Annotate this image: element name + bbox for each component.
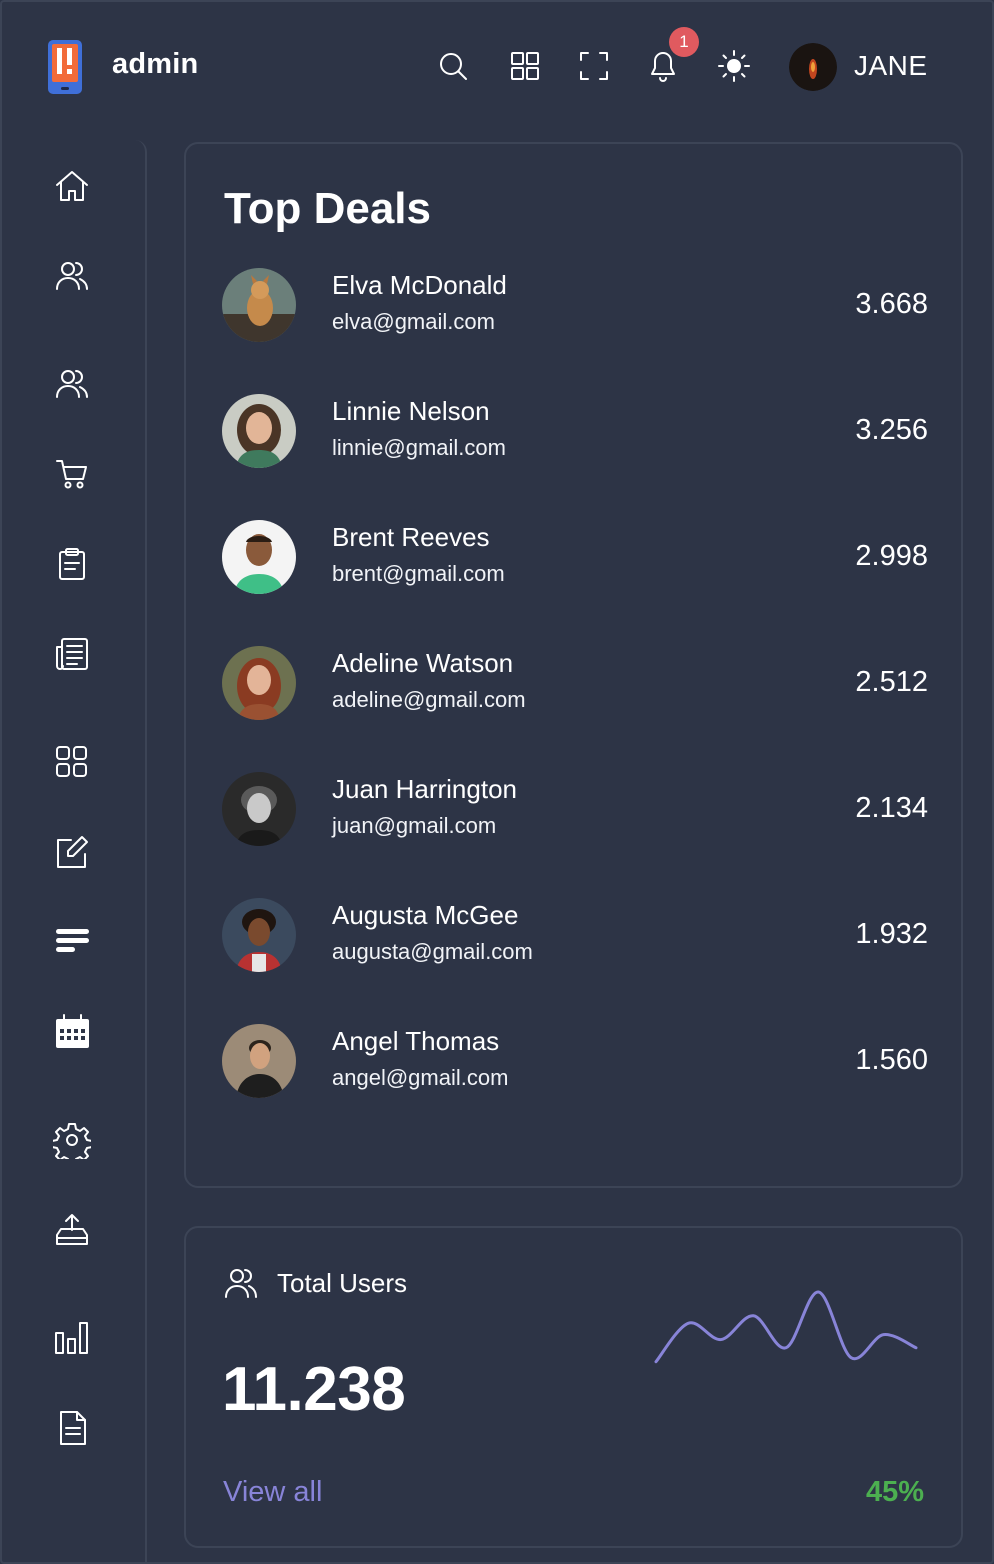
total-users-sparkline <box>654 1290 918 1364</box>
user-name[interactable]: JANE <box>854 50 928 82</box>
deal-amount: 3.256 <box>855 414 928 446</box>
sidebar-item-list[interactable] <box>50 920 94 964</box>
deal-amount: 1.932 <box>855 918 928 950</box>
sidebar-item-cart[interactable] <box>50 452 94 496</box>
deal-name: Adeline Watson <box>332 648 514 678</box>
deal-email: adeline@gmail.com <box>332 687 526 712</box>
top-deals-title: Top Deals <box>224 184 432 233</box>
deal-email: augusta@gmail.com <box>332 939 533 964</box>
deal-row[interactable]: Augusta McGee augusta@gmail.com 1.932 <box>222 898 928 978</box>
sidebar-item-users[interactable] <box>50 254 94 298</box>
sidebar-item-calendar[interactable] <box>50 1010 94 1054</box>
deal-email: juan@gmail.com <box>332 813 497 838</box>
sidebar-item-document[interactable] <box>50 1406 94 1450</box>
avatar <box>222 394 296 468</box>
avatar <box>222 1024 296 1098</box>
sidebar-item-clipboard[interactable] <box>50 542 94 586</box>
sidebar-item-home[interactable] <box>50 164 94 208</box>
deal-name: Brent Reeves <box>332 522 490 552</box>
deal-row[interactable]: Juan Harrington juan@gmail.com 2.134 <box>222 772 928 852</box>
view-all-link[interactable]: View all <box>223 1476 322 1509</box>
users-icon <box>222 1266 262 1302</box>
user-avatar[interactable] <box>789 43 837 91</box>
deal-row[interactable]: Brent Reeves brent@gmail.com 2.998 <box>222 520 928 600</box>
total-users-card: Total Users 11.238 View all 45% <box>184 1226 963 1548</box>
sidebar-item-charts[interactable] <box>50 1316 94 1360</box>
deal-name: Juan Harrington <box>332 774 517 804</box>
deal-email: elva@gmail.com <box>332 309 495 334</box>
deal-amount: 2.512 <box>855 666 928 698</box>
avatar <box>222 646 296 720</box>
sidebar-item-edit[interactable] <box>50 830 94 874</box>
deal-name: Angel Thomas <box>332 1026 500 1056</box>
avatar <box>222 772 296 846</box>
notification-badge: 1 <box>669 27 699 57</box>
deal-name: Linnie Nelson <box>332 396 490 426</box>
deal-email: linnie@gmail.com <box>332 435 506 460</box>
deal-row[interactable]: Adeline Watson adeline@gmail.com 2.512 <box>222 646 928 726</box>
deal-name: Elva McDonald <box>332 270 507 300</box>
sidebar-item-users-2[interactable] <box>50 362 94 406</box>
deal-row[interactable]: Angel Thomas angel@gmail.com 1.560 <box>222 1024 928 1104</box>
deal-amount: 2.998 <box>855 540 928 572</box>
search-icon[interactable] <box>435 46 471 86</box>
sidebar-item-upload[interactable] <box>50 1208 94 1252</box>
theme-sun-icon[interactable] <box>716 46 752 86</box>
total-users-value: 11.238 <box>222 1355 406 1424</box>
deal-amount: 1.560 <box>855 1044 928 1076</box>
avatar <box>222 268 296 342</box>
sidebar-item-grid[interactable] <box>50 740 94 784</box>
avatar <box>222 520 296 594</box>
fullscreen-icon[interactable] <box>576 46 612 86</box>
sidebar-item-news[interactable] <box>50 632 94 676</box>
apps-icon[interactable] <box>507 46 543 86</box>
deal-row[interactable]: Linnie Nelson linnie@gmail.com 3.256 <box>222 394 928 474</box>
deal-name: Augusta McGee <box>332 900 519 930</box>
deal-email: angel@gmail.com <box>332 1065 509 1090</box>
top-navbar: admin 1 JANE <box>0 0 994 130</box>
top-deals-card: Top Deals Elva McDonald elva@gmail.com 3… <box>184 142 963 1188</box>
app-logo[interactable] <box>46 38 84 96</box>
sidebar-item-settings[interactable] <box>50 1118 94 1162</box>
sparkline-path <box>654 1290 918 1364</box>
deal-row[interactable]: Elva McDonald elva@gmail.com 3.668 <box>222 268 928 348</box>
total-users-percent: 45% <box>865 1476 924 1508</box>
avatar <box>222 898 296 972</box>
deal-amount: 2.134 <box>855 792 928 824</box>
total-users-title: Total Users <box>277 1268 408 1298</box>
brand-name: admin <box>112 48 199 80</box>
deal-email: brent@gmail.com <box>332 561 505 586</box>
deal-amount: 3.668 <box>855 288 928 320</box>
